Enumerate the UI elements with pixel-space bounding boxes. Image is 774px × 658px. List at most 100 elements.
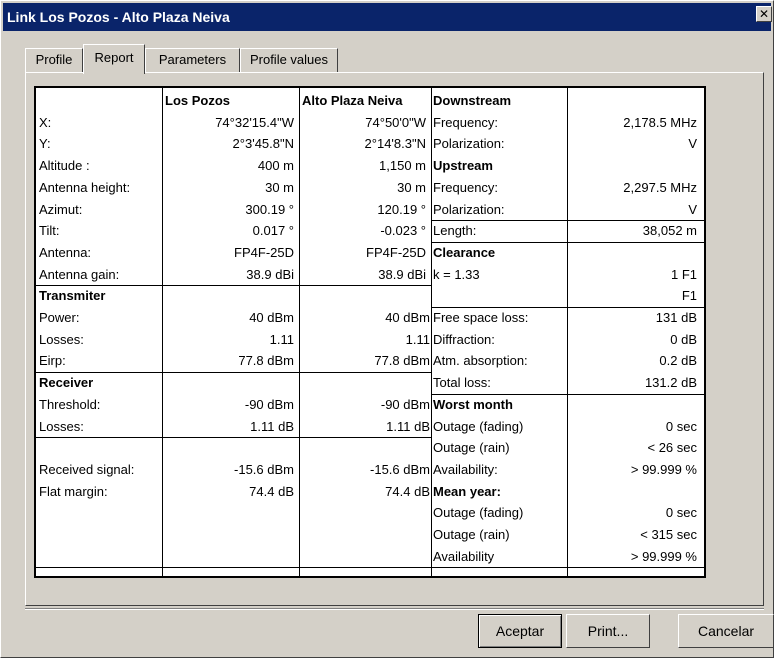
row-label: Antenna: (39, 244, 92, 260)
row-label: Losses: (39, 331, 84, 347)
row-label: Azimut: (39, 201, 83, 217)
site-b-value: 1,150 m (379, 158, 426, 174)
site-a-value: 40 dBm (249, 310, 294, 325)
link-value: 131 dB (655, 310, 697, 325)
link-label: Outage (rain) (433, 527, 510, 542)
transmitter-header: Transmiter (39, 288, 106, 304)
link-label: Polarization: (433, 201, 505, 217)
link-value: 0 sec (665, 418, 697, 434)
site-b-value: -90 dBm (380, 396, 430, 412)
close-icon[interactable]: ✕ (756, 6, 772, 22)
row-label: Tilt: (39, 223, 60, 239)
link-label: Outage (fading) (433, 505, 524, 521)
link-label: Outage (rain) (433, 440, 510, 456)
receiver-header: Receiver (39, 375, 94, 391)
link-value: 0 sec (665, 505, 697, 521)
link-label: Diffraction: (433, 331, 495, 347)
title-bar[interactable]: Link Los Pozos - Alto Plaza Neiva (3, 3, 771, 31)
link-label: Polarization: (433, 136, 505, 152)
site-a-value: -15.6 dBm (234, 461, 294, 477)
link-value: 2,178.5 MHz (623, 114, 697, 130)
site-a-value: 400 m (257, 158, 294, 174)
row-divider (36, 437, 431, 438)
link-label: k = 1.33 (433, 266, 480, 282)
row-label: Altitude : (39, 158, 90, 174)
link-value: > 99.999 % (630, 548, 697, 564)
site-a-value: 77.8 dBm (238, 353, 294, 369)
site-b-value: 77.8 dBm (374, 353, 430, 369)
row-label: Received signal: (39, 461, 135, 477)
link-value: < 315 sec (640, 527, 697, 542)
link-value: 38,052 m (642, 223, 697, 239)
link-value: F1 (681, 288, 697, 304)
site-a-header: Los Pozos (165, 93, 231, 108)
site-b-value: 40 dBm (385, 310, 430, 325)
row-label: Y: (39, 136, 51, 152)
row-label: Flat margin: (39, 483, 108, 499)
site-b-value: 74°50'0"W (365, 114, 426, 130)
print-button[interactable]: Print... (566, 614, 650, 648)
tab-parameters[interactable]: Parameters (145, 48, 240, 72)
site-a-value: -90 dBm (244, 396, 294, 412)
link-label: Free space loss: (433, 310, 529, 325)
dialog-separator (25, 608, 764, 610)
row-label: Threshold: (39, 396, 101, 412)
site-b-value: FP4F-25D (366, 244, 426, 260)
column-divider (162, 88, 163, 576)
site-a-value: FP4F-25D (234, 244, 294, 260)
link-value: < 26 sec (647, 440, 697, 456)
link-label: Length: (433, 223, 477, 239)
site-a-value: 74°32'15.4"W (215, 114, 294, 130)
tab-profile-values[interactable]: Profile values (240, 48, 338, 72)
link-label: Outage (fading) (433, 418, 524, 434)
site-a-value: 74.4 dB (249, 483, 294, 499)
link-label: Atm. absorption: (433, 353, 528, 369)
site-a-value: 1.11 dB (250, 418, 294, 434)
tab-report[interactable]: Report (83, 44, 145, 74)
site-b-value: 2°14'8.3"N (364, 136, 426, 152)
cancel-button[interactable]: Cancelar (678, 614, 774, 648)
site-a-value: 300.19 ° (245, 201, 294, 217)
site-b-value: 1.11 (405, 331, 430, 347)
site-b-value: 120.19 ° (377, 201, 426, 217)
row-label: X: (39, 114, 52, 130)
link-value: V (688, 136, 697, 152)
row-label: Antenna height: (39, 179, 131, 195)
link-value: 0 dB (670, 331, 697, 347)
site-b-header: Alto Plaza Neiva (302, 93, 403, 108)
link-label: Frequency: (433, 179, 499, 195)
site-b-value: 1.11 dB (386, 418, 430, 434)
site-a-value: 30 m (265, 179, 294, 195)
row-label: Losses: (39, 418, 84, 434)
clearance-header: Clearance (433, 244, 496, 260)
site-a-value: 2°3'45.8"N (232, 136, 294, 152)
site-b-value: -0.023 ° (380, 223, 426, 239)
link-label: Availability: (433, 461, 498, 477)
row-label: Power: (39, 310, 80, 325)
link-value: 131.2 dB (644, 375, 697, 391)
column-divider (431, 88, 432, 576)
link-value: 2,297.5 MHz (623, 179, 697, 195)
report-table: Los Pozos Alto Plaza Neiva X: 74°32'15.4"W 7… (34, 86, 706, 578)
link-label: Total loss: (433, 375, 491, 391)
link-value: 0.2 dB (659, 353, 697, 369)
worst-month-header: Worst month (433, 396, 513, 412)
column-divider (567, 88, 568, 576)
site-b-value: 30 m (397, 179, 426, 195)
accept-button[interactable]: Aceptar (478, 614, 562, 648)
site-a-value: 0.017 ° (252, 223, 294, 239)
upstream-header: Upstream (433, 158, 493, 174)
link-label: Availability (433, 548, 495, 564)
site-a-value: 38.9 dBi (246, 266, 294, 282)
row-label: Eirp: (39, 353, 66, 369)
column-divider (299, 88, 300, 576)
link-value: 1 F1 (670, 266, 697, 282)
site-b-value: -15.6 dBm (370, 461, 430, 477)
tab-profile[interactable]: Profile (25, 48, 83, 72)
link-value: V (688, 201, 697, 217)
mean-year-header: Mean year: (433, 483, 501, 499)
downstream-header: Downstream (433, 93, 512, 108)
site-a-value: 1.11 (269, 331, 294, 347)
window-title: Link Los Pozos - Alto Plaza Neiva (7, 9, 230, 25)
link-value: > 99.999 % (630, 461, 697, 477)
